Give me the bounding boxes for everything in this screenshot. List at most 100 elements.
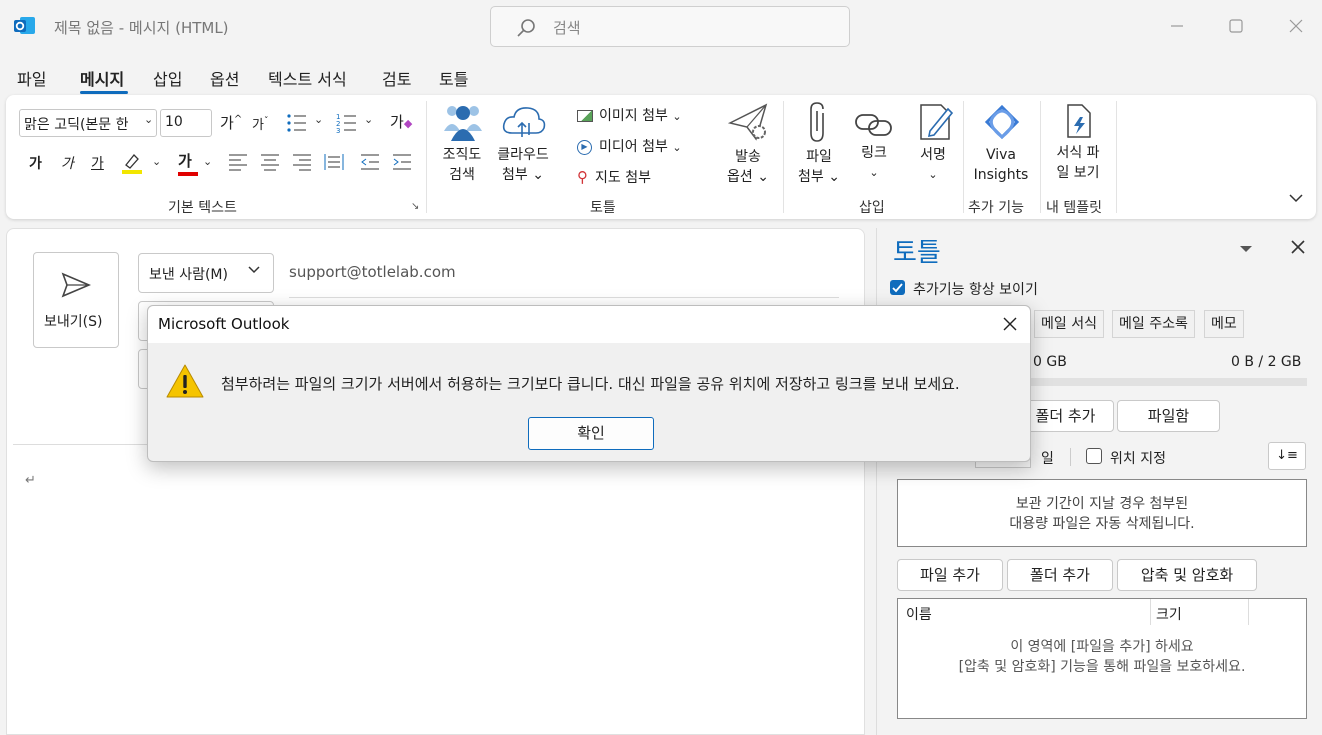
file-attach-button[interactable]: 파일 첨부 ⌄ [794,101,844,187]
grow-font-label: 가 [220,114,234,132]
ribbon-separator [1040,101,1041,213]
media-play-icon: ▶ [577,139,592,155]
viva-label-2: Insights [973,167,1029,183]
dialog-close-icon[interactable] [1003,317,1017,335]
add-file-button[interactable]: 파일 추가 [897,559,1003,591]
underline-button[interactable]: 가 [91,153,104,173]
justify-icon[interactable] [324,153,344,175]
increase-indent-icon[interactable] [392,153,412,175]
send-label: 보내기(S) [44,314,103,330]
bold-button[interactable]: 가 [29,153,42,173]
group-label-basic-text: 기본 텍스트 [168,200,237,216]
chevron-down-icon[interactable]: ⌄ [203,155,212,168]
highlight-icon[interactable] [120,151,144,179]
ok-button[interactable]: 확인 [528,417,654,450]
grow-font-button[interactable]: 가^ [220,112,242,133]
add-folder-button[interactable]: 폴더 추가 [1007,559,1113,591]
send-button[interactable]: 보내기(S) [33,252,119,348]
italic-button[interactable]: 가 [61,153,74,173]
retention-notice: 보관 기간이 지날 경우 첨부된 대용량 파일은 자동 삭제됩니다. [897,479,1307,547]
chevron-down-icon[interactable]: ⌄ [152,155,161,168]
column-size-header[interactable]: 크기 [1156,604,1182,624]
viva-insights-button[interactable]: Viva Insights [968,103,1034,185]
tab-format-text[interactable]: 텍스트 서식 [268,66,347,90]
cloud-attach-button[interactable]: 클라우드 첨부 ⌄ [492,101,554,185]
tab-totle[interactable]: 토틀 [439,66,468,90]
minimize-icon[interactable] [1165,14,1189,38]
ribbon-separator [1116,101,1117,213]
ribbon-expand-icon[interactable] [1288,192,1304,208]
image-attach-button[interactable]: 이미지 첨부 ⌄ [577,105,682,125]
from-button[interactable]: 보낸 사람(M) [138,253,274,293]
media-attach-button[interactable]: ▶ 미디어 첨부 ⌄ [577,136,682,156]
clear-formatting-button[interactable]: 가◆ [390,111,412,132]
tab-review[interactable]: 검토 [382,66,411,90]
chevron-down-icon: ⌄ [869,166,879,179]
align-center-icon[interactable] [260,153,280,175]
font-color-button[interactable]: 가 [178,150,198,176]
file-attach-label-2: 첨부 ⌄ [798,169,840,185]
numbering-icon[interactable]: 123 [336,112,358,138]
org-chart-icon [444,101,488,145]
pane-menu-icon[interactable] [1239,242,1253,258]
close-icon[interactable] [1284,14,1308,38]
tab-mail-address-book[interactable]: 메일 주소록 [1112,310,1195,338]
pane-title: 토틀 [893,238,941,268]
location-label: 위치 지정 [1110,451,1166,467]
map-attach-button[interactable]: ⚲ 지도 첨부 [577,167,651,187]
group-label-insert: 삽입 [859,200,885,216]
bullets-icon[interactable] [286,112,308,138]
add-folder-top-button[interactable]: 폴더 추가 [1017,400,1114,432]
empty-hint-line-2: [압축 및 암호화] 기능을 통해 파일을 보호하세요. [958,659,1246,675]
tab-insert[interactable]: 삽입 [153,66,182,90]
outlook-app-icon [14,16,36,36]
font-name-select[interactable]: 맑은 고딕(본문 한 [19,109,157,137]
location-checkbox[interactable] [1086,448,1102,464]
tab-message[interactable]: 메시지 [80,66,124,90]
send-options-button[interactable]: 발송 옵션 ⌄ [718,101,778,187]
signature-icon [918,101,958,145]
ribbon-separator [963,101,964,213]
tab-file[interactable]: 파일 [17,66,46,90]
maximize-icon[interactable] [1224,14,1248,38]
align-left-icon[interactable] [228,153,248,175]
always-show-label: 추가기능 항상 보이기 [913,282,1038,298]
decrease-indent-icon[interactable] [360,153,380,175]
sort-icon[interactable]: ↓≡ [1268,442,1306,470]
message-dialog: Microsoft Outlook 첨부하려는 파일의 크기가 서버에서 허용하… [147,305,1031,462]
from-email: support@totlelab.com [289,263,456,281]
file-list[interactable]: 이름 크기 이 영역에 [파일을 추가] 하세요 [압축 및 암호화] 기능을 … [897,598,1307,719]
font-size-select[interactable]: 10 [160,109,212,137]
storage-progress-bar [1027,378,1307,386]
column-name-header[interactable]: 이름 [906,604,932,624]
cloud-attach-label-2: 첨부 ⌄ [502,167,544,183]
align-right-icon[interactable] [292,153,312,175]
link-button[interactable]: 링크 ⌄ [852,101,896,183]
always-show-checkbox[interactable] [890,280,905,295]
signature-button[interactable]: 서명 ⌄ [908,101,958,185]
pane-close-icon[interactable] [1291,240,1305,258]
warning-icon [166,363,204,403]
org-search-button[interactable]: 조직도 검색 [436,101,488,185]
compress-encrypt-button[interactable]: 압축 및 암호화 [1117,559,1257,591]
chevron-down-icon[interactable]: ⌄ [314,113,323,126]
svg-text:3: 3 [336,127,340,134]
clear-format-label: 가 [390,113,404,131]
dialog-title: Microsoft Outlook [158,315,290,333]
ribbon-separator [426,101,427,213]
search-box[interactable]: 검색 [490,6,850,47]
dialog-launcher-icon[interactable]: ↘ [411,201,419,212]
shrink-font-button[interactable]: 가ˇ [252,114,268,133]
chevron-down-icon[interactable]: ⌄ [364,113,373,126]
tab-options[interactable]: 옵션 [210,66,239,90]
tab-memo[interactable]: 메모 [1204,310,1244,338]
send-options-label-1: 발송 [735,149,761,165]
notice-line-2: 대용량 파일은 자동 삭제됩니다. [1009,516,1195,532]
tab-mail-format[interactable]: 메일 서식 [1034,310,1104,338]
paper-plane-gear-icon [727,101,778,147]
view-templates-button[interactable]: 서식 파 일 보기 [1046,103,1110,183]
org-search-label-2: 검색 [449,167,475,183]
file-box-button[interactable]: 파일함 [1117,400,1220,432]
ribbon: 맑은 고딕(본문 한 ⌄ 10 가^ 가ˇ ⌄ 123 ⌄ 가◆ 가 가 가 ⌄… [6,95,1316,219]
org-search-label-1: 조직도 [442,147,482,163]
